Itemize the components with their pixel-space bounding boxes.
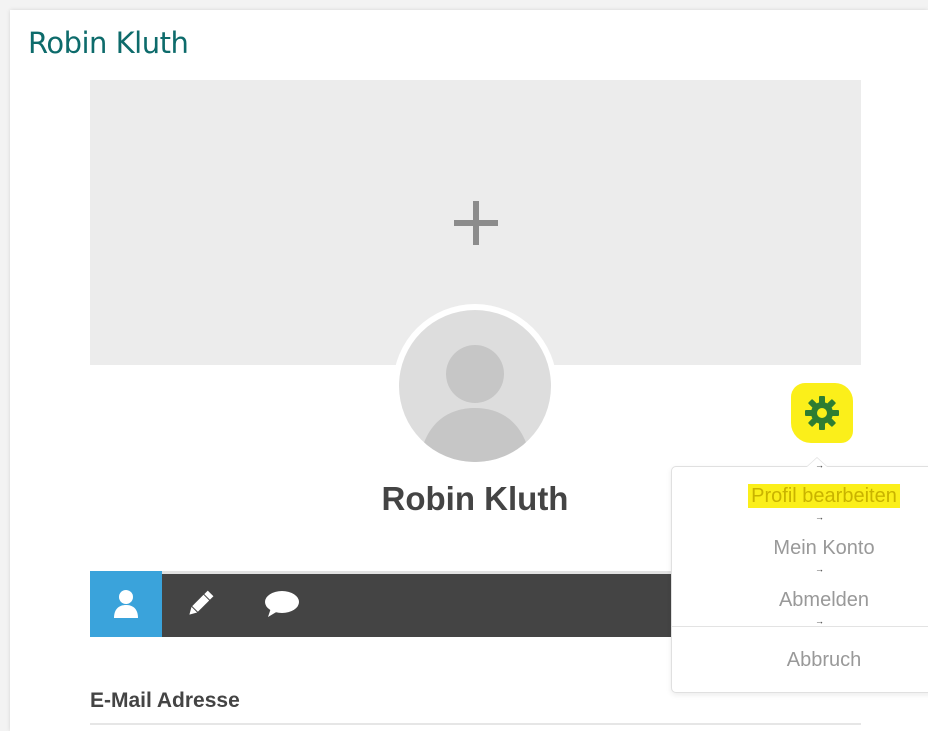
cancel-label: Abbruch — [786, 649, 862, 671]
divider — [90, 723, 861, 725]
user-silhouette-icon — [399, 310, 551, 462]
arrow-icon: → — [815, 460, 824, 470]
menu-item-my-account[interactable]: Mein Konto — [672, 536, 928, 560]
tab-profile[interactable] — [90, 571, 162, 637]
pencil-icon — [189, 590, 214, 615]
speech-bubble-icon — [265, 591, 299, 617]
tab-edit[interactable] — [164, 571, 236, 637]
email-label: E-Mail Adresse — [90, 689, 240, 712]
cancel-button[interactable]: Abbruch — [672, 648, 928, 672]
page-title: Robin Kluth — [28, 26, 189, 60]
settings-dropdown: → Profil bearbeiten → Mein Konto → Abmel… — [671, 457, 928, 693]
menu-item-logout[interactable]: Abmelden — [672, 588, 928, 612]
menu-divider — [672, 626, 928, 627]
menu-item-label: Abmelden — [778, 589, 870, 611]
user-icon — [114, 590, 138, 618]
plus-icon — [453, 200, 498, 245]
profile-name: Robin Kluth — [381, 480, 569, 517]
tab-messages[interactable] — [246, 571, 318, 637]
menu-item-label: Profil bearbeiten — [748, 484, 900, 508]
arrow-icon: → — [815, 616, 824, 626]
gear-icon — [805, 396, 839, 430]
arrow-icon: → — [815, 564, 824, 574]
menu-item-label: Mein Konto — [773, 537, 875, 559]
settings-button[interactable] — [791, 383, 853, 443]
arrow-icon: → — [815, 512, 824, 522]
avatar[interactable] — [393, 304, 557, 468]
profile-page: Robin Kluth Robin Kluth E-Mail Adresse →… — [10, 10, 928, 731]
menu-item-edit-profile[interactable]: Profil bearbeiten — [672, 484, 928, 508]
